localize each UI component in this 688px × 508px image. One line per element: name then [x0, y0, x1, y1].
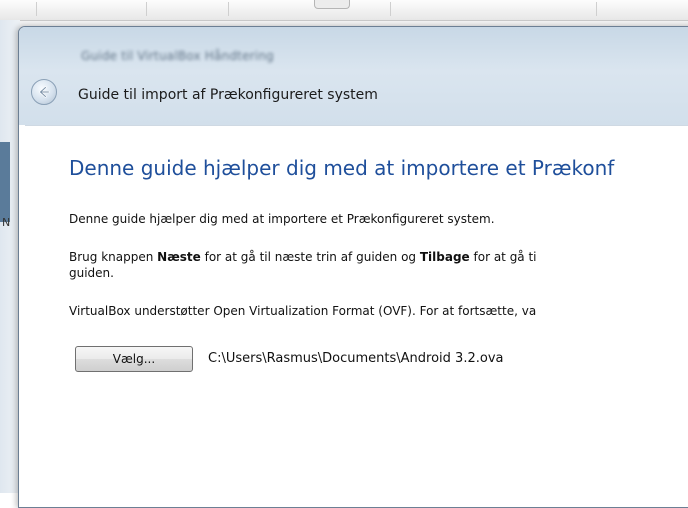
import-wizard-dialog: Guide til VirtualBox Håndtering Guide ti…	[18, 26, 688, 508]
toolbar-separator	[146, 2, 147, 16]
dialog-frame: Guide til VirtualBox Håndtering Guide ti…	[19, 27, 688, 125]
toolbar-separator	[390, 2, 391, 16]
toolbar-knob	[314, 0, 350, 9]
instructions-part: for at gå ti	[469, 250, 537, 264]
background-side-letter: N	[2, 216, 11, 229]
toolbar-separator	[228, 2, 229, 16]
background-side-panel: N	[0, 20, 20, 493]
page-heading: Denne guide hjælper dig med at importere…	[69, 156, 615, 180]
toolbar-separator	[596, 2, 597, 16]
back-button[interactable]	[31, 79, 57, 105]
wizard-content: Denne guide hjælper dig med at importere…	[25, 125, 688, 507]
navigation-instructions-continued: guiden.	[69, 266, 114, 280]
intro-text: Denne guide hjælper dig med at importere…	[69, 212, 495, 226]
blurred-window-title: Guide til VirtualBox Håndtering	[81, 49, 274, 63]
toolbar-separator	[36, 2, 37, 16]
instructions-part: Brug knappen	[69, 250, 158, 264]
next-keyword: Næste	[157, 250, 201, 264]
ovf-description: VirtualBox understøtter Open Virtualizat…	[69, 304, 537, 318]
background-toolbar	[0, 0, 688, 21]
wizard-title: Guide til import af Prækonfigureret syst…	[78, 87, 378, 103]
back-keyword: Tilbage	[419, 250, 470, 264]
selected-file-path: C:\Users\Rasmus\Documents\Android 3.2.ov…	[208, 351, 504, 366]
navigation-instructions: Brug knappen Næste for at gå til næste t…	[69, 250, 537, 264]
back-arrow-icon	[39, 86, 50, 98]
wizard-navigation-bar: Guide til import af Prækonfigureret syst…	[29, 73, 688, 121]
choose-file-button[interactable]: Vælg...	[75, 346, 193, 372]
background-side-item	[0, 142, 10, 222]
instructions-part: for at gå til næste trin af guiden og	[200, 250, 420, 264]
